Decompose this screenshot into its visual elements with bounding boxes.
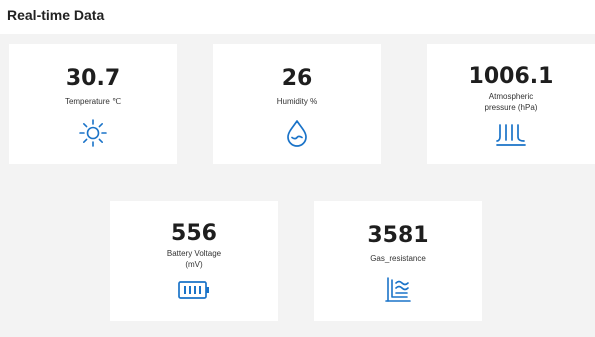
humidity-label: Humidity % bbox=[276, 97, 318, 106]
temperature-value: 30.7 bbox=[65, 66, 121, 91]
pressure-value: 1006.1 bbox=[468, 64, 554, 89]
humidity-card: 26 Humidity % bbox=[213, 44, 381, 164]
battery-icon bbox=[177, 279, 211, 301]
gas-resistance-card: 3581 Gas_resistance bbox=[314, 201, 482, 321]
pressure-card: 1006.1 Atmospheric pressure (hPa) bbox=[427, 44, 595, 164]
page-title: Real-time Data bbox=[7, 7, 105, 23]
gas-resistance-label: Gas_resistance bbox=[370, 254, 426, 263]
cards-panel: 30.7 Temperature ℃ 26 Humidity % 1006.1 … bbox=[0, 34, 595, 337]
pressure-icon bbox=[495, 123, 527, 147]
battery-voltage-label-line2: (mV) bbox=[185, 260, 203, 269]
battery-voltage-card: 556 Battery Voltage (mV) bbox=[110, 201, 278, 321]
pressure-label-line2: pressure (hPa) bbox=[484, 103, 538, 112]
pressure-label-line1: Atmospheric bbox=[488, 92, 534, 101]
sun-icon bbox=[78, 118, 108, 148]
gas-resistance-icon bbox=[383, 275, 413, 305]
temperature-card: 30.7 Temperature ℃ bbox=[9, 44, 177, 164]
humidity-value: 26 bbox=[281, 66, 313, 91]
battery-voltage-value: 556 bbox=[171, 221, 217, 246]
water-drop-icon bbox=[284, 118, 310, 148]
gas-resistance-value: 3581 bbox=[367, 223, 429, 248]
realtime-data-page: Real-time Data 30.7 Temperature ℃ 26 Hum… bbox=[0, 0, 595, 337]
battery-voltage-label-line1: Battery Voltage bbox=[166, 249, 222, 258]
temperature-label: Temperature ℃ bbox=[64, 97, 122, 106]
